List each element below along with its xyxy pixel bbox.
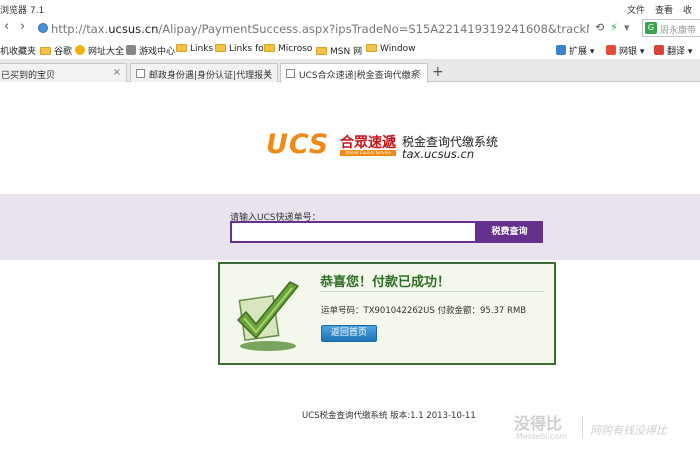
watermark-brand: 没得比 xyxy=(514,414,563,433)
back-home-button[interactable]: 返回首页 xyxy=(321,325,377,342)
bookmark-msn[interactable]: MSN 网 xyxy=(316,44,362,57)
tab-purchased[interactable]: 已买到的宝贝 × xyxy=(0,63,127,82)
bank-icon xyxy=(606,45,616,55)
bookmark-google[interactable]: 谷歌 xyxy=(40,44,72,57)
logo-domain: tax.ucsus.cn xyxy=(402,147,475,161)
translate-icon xyxy=(654,45,664,55)
tracking-query-band: 请输入UCS快递单号： 税费查询 xyxy=(0,194,700,260)
tab-label: 邮政身份遇|身份认证|代理报关 xyxy=(149,71,273,81)
close-icon[interactable]: × xyxy=(264,67,272,78)
bookmark-links-for[interactable]: Links fo xyxy=(215,44,264,54)
site-logo: UCS 合眾速遞 United Courier Service 税金查询代缴系统… xyxy=(266,130,506,162)
page-icon xyxy=(136,69,145,78)
logo-cn-name: 合眾速遞 xyxy=(340,135,396,151)
address-bar: ‹ › http://tax.ucsus.cn/Alipay/PaymentSu… xyxy=(0,16,700,40)
app-title: 浏览器 7.1 xyxy=(0,6,45,16)
tab-bar: 已买到的宝贝 × 邮政身份遇|身份认证|代理报关 × UCS合众速递|税金查询代… xyxy=(0,60,700,83)
logo-brand: UCS xyxy=(266,129,330,160)
forward-icon[interactable]: › xyxy=(20,20,25,34)
tab-label: UCS合众速递|税金查询代缴系 xyxy=(299,71,420,81)
search-engine-icon[interactable]: G xyxy=(645,22,657,34)
watermark: 没得比 Meidebi.com 网购有钱没得比 xyxy=(512,410,697,446)
title-bar: 浏览器 7.1 文件 查看 收藏 xyxy=(0,0,700,29)
folder-icon xyxy=(366,44,377,52)
close-icon[interactable]: × xyxy=(113,67,121,78)
close-icon[interactable]: × xyxy=(414,67,422,78)
tab-ucs-tax[interactable]: UCS合众速递|税金查询代缴系 × xyxy=(280,63,428,83)
hao-icon xyxy=(75,45,85,55)
tab-label: 已买到的宝贝 xyxy=(1,71,56,81)
bookmark-site-nav[interactable]: 网址大全 xyxy=(75,44,124,57)
compat-mode-icon[interactable]: ⟲ xyxy=(595,22,604,34)
tax-query-button[interactable]: 税费查询 xyxy=(476,221,543,243)
menu-file[interactable]: 文件 xyxy=(627,3,645,16)
watermark-domain: Meidebi.com xyxy=(516,432,567,441)
netbank-button[interactable]: 网银 ▾ xyxy=(606,44,644,57)
speed-mode-icon[interactable]: ⚡ xyxy=(610,22,618,34)
watermark-divider xyxy=(582,416,583,438)
url-field[interactable]: http://tax.ucsus.cn/Alipay/PaymentSucces… xyxy=(51,22,589,36)
search-input[interactable]: 周永康带 xyxy=(660,23,696,36)
translate-button[interactable]: 翻译 ▾ xyxy=(654,44,692,57)
new-tab-button[interactable]: + xyxy=(432,64,444,80)
puzzle-icon xyxy=(556,45,566,55)
payment-success-panel: 恭喜您！付款已成功！ 运单号码：TX901042262US 付款金额：95.37… xyxy=(218,262,556,365)
back-icon[interactable]: ‹ xyxy=(4,20,9,34)
globe-icon xyxy=(38,23,48,33)
folder-icon xyxy=(176,44,187,52)
payment-info: 运单号码：TX901042262US 付款金额：95.37 RMB xyxy=(321,306,527,316)
page-icon xyxy=(286,69,295,78)
watermark-slogan: 网购有钱没得比 xyxy=(590,424,667,437)
bookmark-windows[interactable]: Window xyxy=(366,44,416,54)
bookmark-links[interactable]: Links xyxy=(176,44,213,54)
dropdown-icon[interactable]: ▾ xyxy=(624,22,630,34)
gamepad-icon xyxy=(126,45,136,55)
logo-en-strip: United Courier Service xyxy=(340,150,396,156)
folder-icon xyxy=(215,44,226,52)
tracking-number-input[interactable] xyxy=(230,221,477,243)
bookmark-games[interactable]: 游戏中心 xyxy=(126,44,175,57)
folder-icon xyxy=(40,47,51,55)
menu-view[interactable]: 查看 xyxy=(655,3,673,16)
extend-button[interactable]: 扩展 ▾ xyxy=(556,44,594,57)
success-title: 恭喜您！付款已成功！ xyxy=(320,275,451,290)
checkmark-icon xyxy=(237,281,299,351)
folder-icon xyxy=(264,44,275,52)
bookmarks-bar: 机收藏夹 谷歌 网址大全 游戏中心 Links Links fo Microso… xyxy=(0,40,700,60)
search-box[interactable]: G 周永康带 xyxy=(642,19,700,37)
divider xyxy=(320,291,544,292)
folder-icon xyxy=(316,47,327,55)
footer-text: UCS税金查询代缴系统 版本:1.1 2013-10-11 xyxy=(302,411,476,421)
bookmark-microsoft[interactable]: Microso xyxy=(264,44,312,54)
bookmark-favorites[interactable]: 机收藏夹 xyxy=(0,44,36,57)
tab-postal-id[interactable]: 邮政身份遇|身份认证|代理报关 × xyxy=(130,63,278,82)
